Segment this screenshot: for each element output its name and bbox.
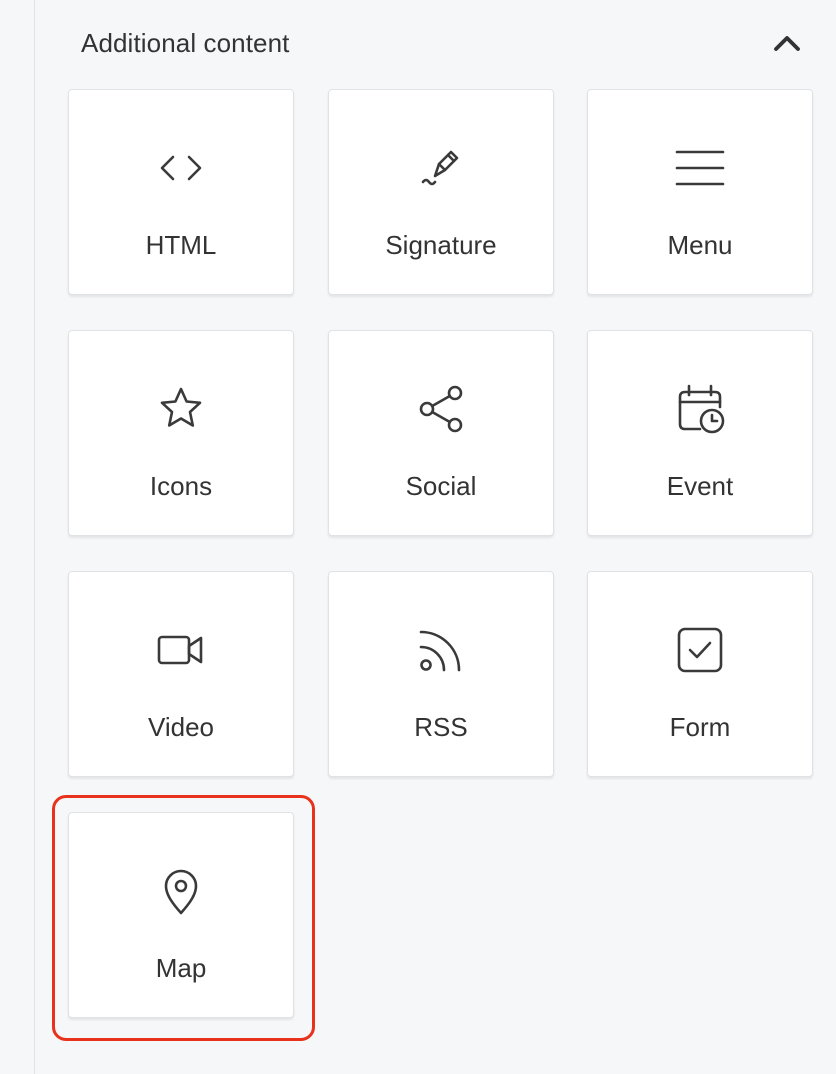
tile-icons[interactable]: Icons (68, 330, 294, 536)
checkbox-icon (672, 622, 728, 678)
tile-label: Event (666, 471, 734, 501)
tile-label: Video (147, 712, 215, 742)
calendar-clock-icon (672, 381, 728, 437)
tile-label: RSS (414, 712, 468, 742)
menu-lines-icon (672, 140, 728, 196)
tile-menu[interactable]: Menu (587, 89, 813, 295)
tile-label: Form (669, 712, 731, 742)
tile-label: Map (155, 953, 207, 983)
tile-video[interactable]: Video (68, 571, 294, 777)
tile-html[interactable]: HTML (68, 89, 294, 295)
section-title: Additional content (81, 28, 290, 58)
tile-signature[interactable]: Signature (328, 89, 554, 295)
chevron-up-icon[interactable] (769, 26, 805, 60)
rss-icon (413, 622, 469, 678)
tile-event[interactable]: Event (587, 330, 813, 536)
panel-divider (34, 0, 35, 1074)
video-camera-icon (153, 622, 209, 678)
tile-label: Menu (667, 230, 733, 260)
map-pin-icon (153, 863, 209, 919)
tile-label: Social (405, 471, 477, 501)
additional-content-header[interactable]: Additional content (35, 0, 836, 86)
star-icon (153, 381, 209, 437)
code-icon (153, 140, 209, 196)
tile-label: Icons (149, 471, 213, 501)
tile-label: HTML (145, 230, 217, 260)
tile-rss[interactable]: RSS (328, 571, 554, 777)
tile-label: Signature (385, 230, 497, 260)
tile-social[interactable]: Social (328, 330, 554, 536)
share-icon (413, 381, 469, 437)
tile-map[interactable]: Map (68, 812, 294, 1018)
tile-form[interactable]: Form (587, 571, 813, 777)
pen-signature-icon (413, 140, 469, 196)
